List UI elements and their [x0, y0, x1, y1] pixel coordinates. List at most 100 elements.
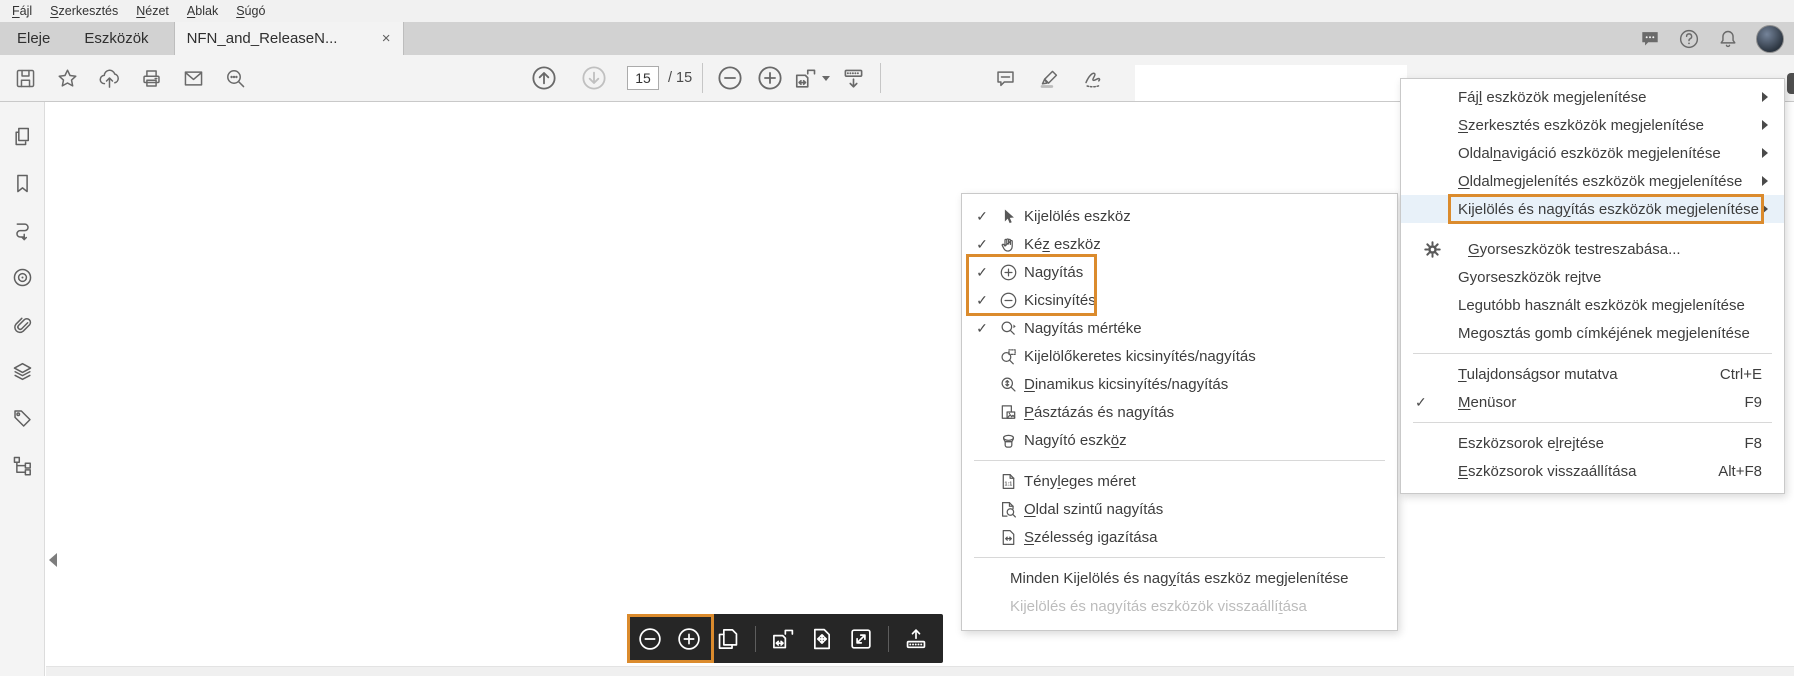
panel-bookmarks-button[interactable] — [10, 171, 34, 195]
page-fit-button[interactable] — [793, 61, 831, 95]
icon-cell: 1:1 — [994, 472, 1022, 491]
menu-item-zoom-to-page[interactable]: Oldal szintű nagyítás — [962, 495, 1397, 523]
menu-item-menu-bar-toggle[interactable]: ✓ Menüsor F9 — [1401, 388, 1784, 416]
menu-item-marquee-zoom[interactable]: Kijelölőkeretes kicsinyítés/nagyítás — [962, 342, 1397, 370]
toolbar-annotation-group — [988, 55, 1110, 101]
menubar-item-edit[interactable]: Szerkesztés — [41, 2, 127, 20]
menu-item-zoom-out-tool[interactable]: ✓ Kicsinyítés — [962, 286, 1397, 314]
panel-destinations-button[interactable] — [10, 265, 34, 289]
highlight-button[interactable] — [1032, 61, 1066, 95]
arrow-up-circle-icon — [530, 64, 558, 92]
panel-tags-button[interactable] — [10, 406, 34, 430]
page-zoom-icon — [999, 500, 1018, 519]
menubar-item-window[interactable]: Ablak — [178, 2, 227, 20]
menu-item-zoom-value[interactable]: ✓ Nagyítás mértéke — [962, 314, 1397, 342]
menu-item-label: Oldal szintű nagyítás — [1024, 500, 1164, 518]
menu-item-page-nav-tools[interactable]: Oldalnavigáció eszközök megjelenítése — [1401, 139, 1784, 167]
hide-toolbar-button[interactable] — [836, 61, 870, 95]
menubar-item-file[interactable]: Fájl — [3, 2, 41, 20]
menu-item-file-tools[interactable]: Fájl eszközök megjelenítése — [1401, 83, 1784, 111]
favorites-button[interactable] — [50, 61, 84, 95]
zoom-out-button[interactable] — [713, 61, 747, 95]
menu-item-show-all-select-zoom[interactable]: Minden Kijelölés és nagyítás eszköz megj… — [962, 564, 1397, 592]
panel-articles-button[interactable] — [10, 218, 34, 242]
menu-item-edit-tools[interactable]: Szerkesztés eszközök megjelenítése — [1401, 111, 1784, 139]
panel-layers-button[interactable] — [10, 359, 34, 383]
feedback-button[interactable] — [1639, 28, 1661, 50]
menu-item-dynamic-zoom[interactable]: Dinamikus kicsinyítés/nagyítás — [962, 370, 1397, 398]
share-icon — [98, 67, 121, 90]
menu-item-label: Szerkesztés eszközök megjelenítése — [1458, 116, 1704, 134]
tab-label: Eleje — [17, 30, 51, 47]
sidebar-collapse-icon[interactable] — [49, 553, 57, 567]
sign-pen-icon — [1082, 67, 1105, 90]
print-button[interactable] — [134, 61, 168, 95]
tab-tools[interactable]: Eszközök — [67, 22, 165, 55]
menu-item-loupe-tool[interactable]: Nagyító eszköz — [962, 426, 1397, 454]
menu-item-label: Gyorseszközök testreszabása... — [1468, 240, 1681, 258]
menu-item-page-display-tools[interactable]: Oldalmegjelenítés eszközök megjelenítése — [1401, 167, 1784, 195]
menu-item-hide-toolbars[interactable]: Eszközsorok elrejtése F8 — [1401, 429, 1784, 457]
menu-item-reset-toolbars[interactable]: Eszközsorok visszaállítása Alt+F8 — [1401, 457, 1784, 485]
fab-page-view-button[interactable] — [715, 626, 741, 652]
menu-item-fit-width[interactable]: Szélesség igazítása — [962, 523, 1397, 551]
fab-fit-width-button[interactable] — [770, 626, 796, 652]
tab-close-icon[interactable]: × — [382, 30, 391, 47]
icon-cell: ✓ — [1413, 394, 1458, 411]
menu-item-pan-zoom[interactable]: Pásztázás és nagyítás — [962, 398, 1397, 426]
tabbar-right-icons — [1639, 22, 1784, 55]
panel-attachments-button[interactable] — [10, 312, 34, 336]
magnifier-marquee-icon — [999, 347, 1018, 366]
fab-fullscreen-button[interactable] — [848, 626, 874, 652]
dock-up-icon — [903, 626, 929, 652]
tab-home[interactable]: Eleje — [0, 22, 67, 55]
bell-icon — [1717, 28, 1739, 50]
checkmark-icon: ✓ — [976, 235, 988, 252]
menu-item-actual-size[interactable]: 1:1 Tényleges méret — [962, 467, 1397, 495]
panel-order-button[interactable] — [10, 453, 34, 477]
collapsed-pane-button[interactable] — [1787, 73, 1794, 94]
toolbar-options-menu: Fájl eszközök megjelenítése Szerkesztés e… — [1400, 78, 1785, 494]
menu-item-quick-tools-hidden[interactable]: Gyorseszközök rejtve — [1401, 263, 1784, 291]
share-button[interactable] — [92, 61, 126, 95]
user-avatar[interactable] — [1756, 24, 1784, 53]
menu-item-label: Megosztás gomb címkéjének megjelenítése — [1458, 324, 1750, 342]
zoom-in-button[interactable] — [753, 61, 787, 95]
notifications-button[interactable] — [1717, 28, 1739, 50]
fab-zoom-pan-button[interactable] — [809, 626, 835, 652]
menu-item-share-button-label[interactable]: Megosztás gomb címkéjének megjelenítése — [1401, 319, 1784, 347]
attachments-icon — [11, 313, 34, 336]
navigation-panel-bar — [0, 102, 45, 676]
comment-button[interactable] — [988, 61, 1022, 95]
fill-sign-button[interactable] — [1076, 61, 1110, 95]
fab-show-toolbar-button[interactable] — [903, 626, 929, 652]
loupe-icon — [999, 431, 1018, 450]
panel-page-thumbnails-button[interactable] — [10, 124, 34, 148]
fab-zoom-out-button[interactable] — [637, 626, 663, 652]
previous-page-button[interactable] — [527, 61, 561, 95]
pages-copy-icon — [715, 626, 741, 652]
horizontal-scrollbar[interactable] — [46, 666, 1794, 676]
page-number-input[interactable]: 15 — [627, 66, 659, 90]
menu-item-zoom-in-tool[interactable]: ✓ Nagyítás — [962, 258, 1397, 286]
menu-item-recent-tools[interactable]: Legutóbb használt eszközök megjelenítése — [1401, 291, 1784, 319]
expand-icon — [848, 626, 874, 652]
shortcut-label: F8 — [1744, 434, 1762, 452]
email-button[interactable] — [176, 61, 210, 95]
menu-item-label: Gyorseszközök rejtve — [1458, 268, 1602, 286]
chevron-down-icon — [822, 75, 831, 81]
menu-item-hand-tool[interactable]: ✓ Kéz eszköz — [962, 230, 1397, 258]
menu-item-customize-quick-tools[interactable]: Gyorseszközök testreszabása... — [1401, 235, 1784, 263]
tab-document[interactable]: NFN_and_ReleaseN... × — [173, 22, 404, 55]
menu-item-select-zoom-tools[interactable]: Kijelölés és nagyítás eszközök megjelení… — [1401, 194, 1784, 224]
menubar-item-view[interactable]: Nézet — [127, 2, 178, 20]
icon-cell — [994, 528, 1022, 547]
fab-zoom-in-button[interactable] — [676, 626, 702, 652]
menubar-item-help[interactable]: Súgó — [227, 2, 274, 20]
save-button[interactable] — [8, 61, 42, 95]
search-button[interactable] — [218, 61, 252, 95]
icon-cell — [1413, 240, 1468, 259]
menu-item-select-tool[interactable]: ✓ Kijelölés eszköz — [962, 202, 1397, 230]
help-button[interactable] — [1678, 28, 1700, 50]
menu-item-properties-bar[interactable]: Tulajdonságsor mutatva Ctrl+E — [1401, 360, 1784, 388]
